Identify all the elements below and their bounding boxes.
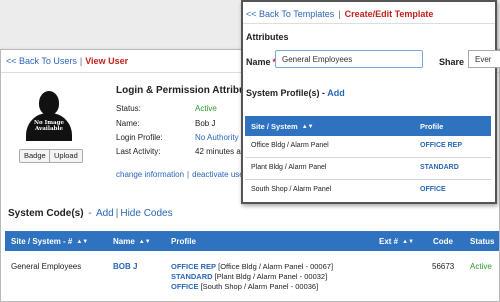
login-profile-link[interactable]: No Authority [195,133,239,142]
system-codes-table-header: Site / System - # ▲▼ Name ▲▼ Profile Ext #… [5,231,499,251]
upload-button[interactable]: Upload [49,149,83,163]
system-codes-heading: System Code(s) - Add | Hide Codes [8,208,173,219]
template-nav: << Back To Templates | Create/Edit Templat… [246,9,434,19]
back-to-users-link[interactable]: << Back To Users [6,56,77,66]
name-value: Bob J [195,119,216,128]
add-profile-link[interactable]: Add [327,88,345,98]
create-edit-template-title: Create/Edit Template [344,9,434,19]
system-profiles-table-header: Site / System ▲▼ Profile [245,116,491,136]
system-profiles-heading: System Profile(s) - Add [246,88,345,98]
table-row: Office Bldg / Alarm Panel OFFICE REP [245,136,491,158]
col-ext[interactable]: Ext # ▲▼ [379,237,414,246]
col-site-system[interactable]: Site / System - # ▲▼ [11,237,88,246]
login-permission-title: Login & Permission Attributes [116,85,260,96]
person-silhouette-icon [39,91,59,115]
status-value: Active [195,104,217,113]
create-edit-template-panel: << Back To Templates | Create/Edit Templat… [241,0,500,204]
add-code-link[interactable]: Add [96,208,114,219]
share-select[interactable]: Ever [468,50,500,68]
row-site: General Employees [11,262,82,271]
row-name-link[interactable]: BOB J [113,262,137,271]
login-profile-label: Login Profile: [116,133,163,142]
col-name[interactable]: Name ▲▼ [113,237,151,246]
avatar-placeholder: No Image Available [24,89,74,141]
change-information-link[interactable]: change information [116,170,184,179]
system-codes-title: System Code(s) [8,208,84,219]
view-user-title: View User [85,56,129,66]
avatar-text: No Image Available [34,120,64,132]
share-label: Share [439,57,465,67]
status-label: Status: [116,104,141,113]
col-profile: Profile [420,122,444,131]
badge-button[interactable]: Badge [19,149,51,163]
attributes-heading: Attributes [246,32,289,42]
hide-codes-link[interactable]: Hide Codes [120,208,172,219]
col-code: Code [433,237,453,246]
row-code: 56673 [432,262,455,271]
last-activity-value: 42 minutes ag [195,147,246,156]
name-label: Name: [116,119,140,128]
table-row: South Shop / Alarm Panel OFFICE [251,186,446,193]
row-profile-2: STANDARD [Plant Bldg / Alarm Panel - 000… [171,272,328,281]
row-status: Active [470,262,492,271]
template-name-input[interactable] [275,50,423,68]
sort-arrows-icon[interactable]: ▲▼ [139,239,151,245]
back-to-templates-link[interactable]: << Back To Templates [246,9,334,19]
sort-arrows-icon[interactable]: ▲▼ [302,124,314,130]
last-activity-label: Last Activity: [116,147,161,156]
col-profile: Profile [171,237,196,246]
col-site-system[interactable]: Site / System ▲▼ [251,122,314,131]
user-nav: << Back To Users | View User [6,56,129,66]
col-status: Status [470,237,495,246]
sort-arrows-icon[interactable]: ▲▼ [76,239,88,245]
divider [243,23,495,24]
template-name-label: Name* [246,57,276,67]
sort-arrows-icon[interactable]: ▲▼ [402,239,414,245]
row-profile-3: OFFICE [South Shop / Alarm Panel - 00036… [171,282,319,291]
deactivate-user-link[interactable]: deactivate user [192,170,246,179]
user-action-links: change information | deactivate user [116,170,247,179]
table-row: Plant Bldg / Alarm Panel STANDARD [245,158,491,180]
row-profile-1: OFFICE REP [Office Bldg / Alarm Panel - … [171,262,334,271]
